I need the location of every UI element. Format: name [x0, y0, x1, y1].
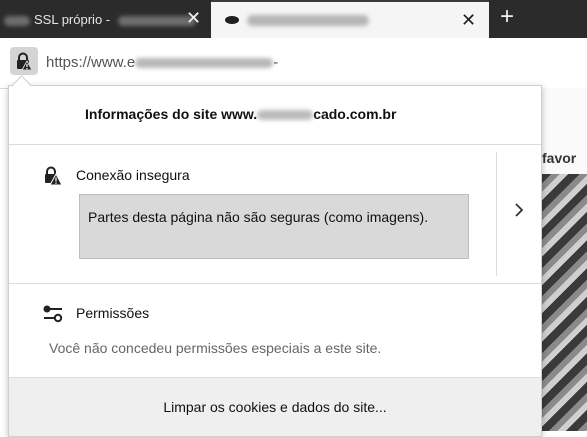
tab-ssl-proprio[interactable]: SSL próprio - ✕: [0, 0, 208, 38]
connection-description: Partes desta página não são seguras (com…: [79, 194, 469, 259]
divider: [496, 152, 497, 276]
favicon-icon: [225, 16, 239, 24]
permissions-label: Permissões: [76, 305, 150, 321]
tab-close-icon[interactable]: ✕: [461, 11, 476, 29]
panel-header: Informações do site www. cado.com.br: [9, 86, 541, 145]
url-bar: https://www.e -: [0, 38, 587, 89]
page-image: [540, 174, 587, 431]
lock-warning-icon: [17, 52, 32, 70]
background-page: favor: [540, 88, 587, 431]
connection-section: Conexão insegura Partes desta página não…: [9, 145, 541, 284]
permissions-sliders-icon: [43, 305, 63, 323]
new-tab-button[interactable]: +: [500, 5, 514, 29]
lock-warning-icon: [45, 166, 62, 185]
url-text[interactable]: https://www.e -: [46, 54, 278, 71]
permissions-description: Você não concedeu permissões especiais a…: [49, 340, 382, 356]
tab-active[interactable]: ✕: [211, 0, 489, 38]
page-heading-fragment: favor: [542, 150, 577, 166]
clear-cookies-label: Limpar os cookies e dados do site...: [163, 399, 387, 415]
tab-title-blurred: [247, 15, 369, 26]
tab-close-icon[interactable]: ✕: [186, 9, 201, 27]
clear-cookies-button[interactable]: Limpar os cookies e dados do site...: [9, 378, 541, 436]
site-info-button[interactable]: [10, 47, 38, 75]
tab-title: SSL próprio -: [4, 12, 196, 27]
permissions-section: Permissões Você não concedeu permissões …: [9, 284, 541, 378]
tab-strip: SSL próprio - ✕ ✕ +: [0, 0, 587, 38]
connection-label: Conexão insegura: [76, 167, 190, 183]
chevron-right-icon[interactable]: [508, 201, 530, 223]
site-info-panel: Informações do site www. cado.com.br Cone…: [8, 85, 542, 437]
panel-title: Informações do site www. cado.com.br: [85, 106, 397, 122]
